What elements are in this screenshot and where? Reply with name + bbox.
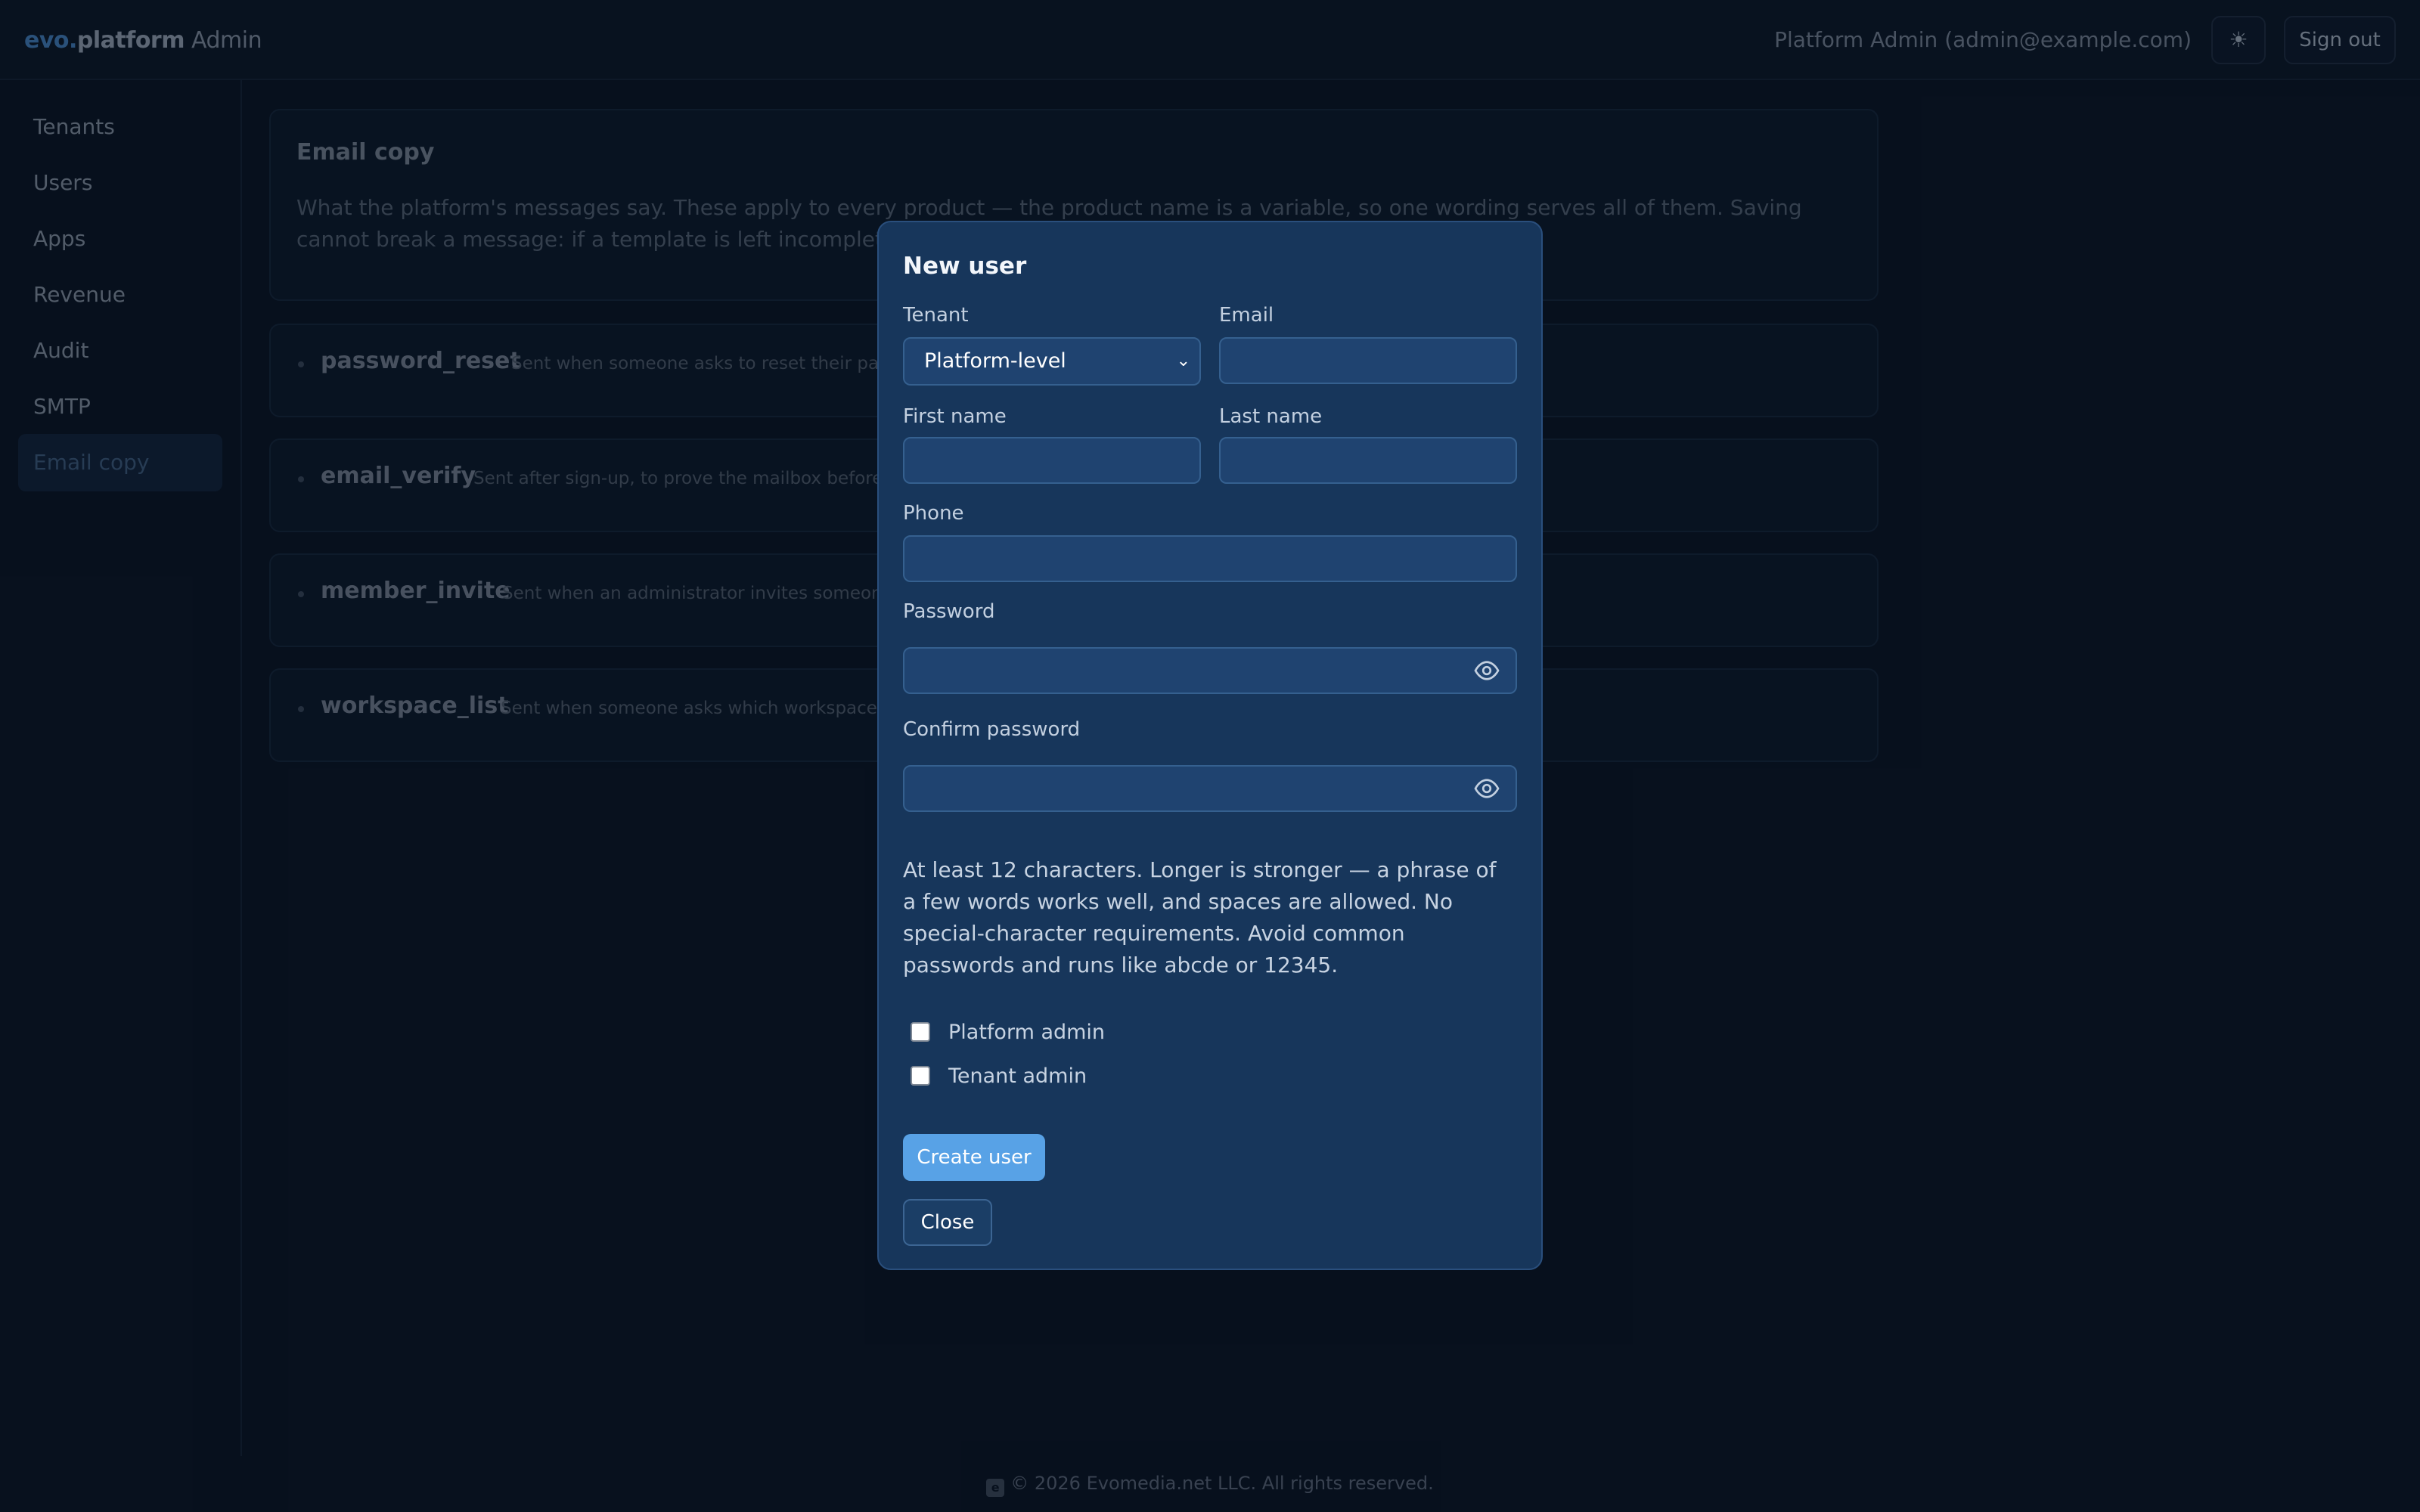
confirm-password-label: Confirm password [903, 718, 1081, 741]
new-user-dialog: New user Tenant Platform-level ⌄ Email F… [877, 221, 1543, 1270]
platform-admin-checkbox[interactable] [911, 1022, 930, 1042]
show-password-eye-icon[interactable] [1473, 657, 1500, 684]
last-name-field[interactable] [1219, 437, 1517, 484]
last-name-label: Last name [1219, 405, 1323, 428]
phone-field[interactable] [903, 535, 1517, 582]
tenant-admin-label[interactable]: Tenant admin [948, 1064, 1087, 1088]
tenant-admin-checkbox[interactable] [911, 1066, 930, 1086]
email-field[interactable] [1219, 337, 1517, 384]
email-label: Email [1219, 304, 1274, 327]
create-user-button[interactable]: Create user [903, 1134, 1045, 1181]
platform-admin-label[interactable]: Platform admin [948, 1021, 1105, 1044]
first-name-field[interactable] [903, 437, 1201, 484]
chevron-down-icon: ⌄ [1176, 352, 1190, 370]
first-name-label: First name [903, 405, 1007, 428]
password-label: Password [903, 600, 995, 623]
password-requirements-text: At least 12 characters. Longer is strong… [903, 857, 1497, 978]
tenant-select[interactable]: Platform-level ⌄ [903, 337, 1201, 386]
confirm-password-field[interactable] [903, 765, 1517, 812]
tenant-label: Tenant [903, 304, 969, 327]
dialog-title: New user [903, 253, 1027, 280]
show-confirm-password-eye-icon[interactable] [1473, 775, 1500, 802]
close-button[interactable]: Close [903, 1199, 992, 1246]
password-field[interactable] [903, 647, 1517, 694]
phone-label: Phone [903, 502, 964, 525]
tenant-selected-value: Platform-level [924, 349, 1066, 373]
